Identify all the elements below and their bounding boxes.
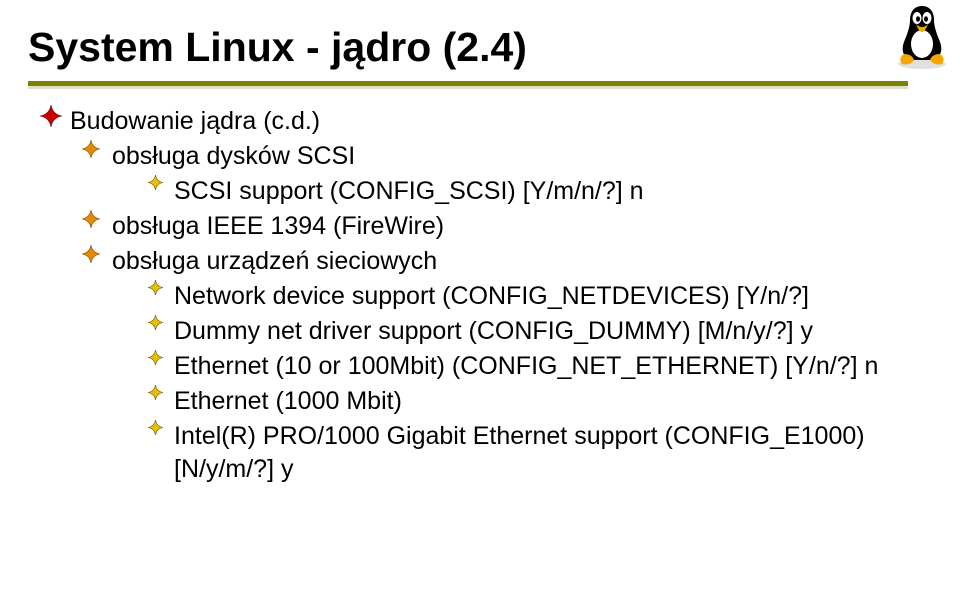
bullet-text: Network device support (CONFIG_NETDEVICE… xyxy=(174,280,960,313)
star-bullet-icon xyxy=(82,245,112,263)
star-bullet-icon xyxy=(82,140,112,158)
bullet-text: Budowanie jądra (c.d.) xyxy=(70,105,960,138)
star-bullet-icon xyxy=(82,210,112,228)
bullet-text: Intel(R) PRO/1000 Gigabit Ethernet suppo… xyxy=(174,420,960,486)
bullet-row: obsługa IEEE 1394 (FireWire) xyxy=(28,210,960,243)
bullet-row: Budowanie jądra (c.d.) xyxy=(28,105,960,138)
star-bullet-icon xyxy=(148,280,174,295)
bullet-text: obsługa IEEE 1394 (FireWire) xyxy=(112,210,960,243)
bullet-text: Ethernet (1000 Mbit) xyxy=(174,385,960,418)
bullet-row: SCSI support (CONFIG_SCSI) [Y/m/n/?] n xyxy=(28,175,960,208)
bullet-text: obsługa urządzeń sieciowych xyxy=(112,245,960,278)
bullet-text: Ethernet (10 or 100Mbit) (CONFIG_NET_ETH… xyxy=(174,350,960,383)
star-bullet-icon xyxy=(40,105,70,127)
bullet-text: SCSI support (CONFIG_SCSI) [Y/m/n/?] n xyxy=(174,175,960,208)
star-bullet-icon xyxy=(148,175,174,190)
star-bullet-icon xyxy=(148,420,174,435)
bullet-row: obsługa urządzeń sieciowych xyxy=(28,245,960,278)
bullet-row: Dummy net driver support (CONFIG_DUMMY) … xyxy=(28,315,960,348)
bullet-text: obsługa dysków SCSI xyxy=(112,140,960,173)
page-title: System Linux - jądro (2.4) xyxy=(0,0,960,71)
title-rule xyxy=(0,71,960,89)
star-bullet-icon xyxy=(148,315,174,330)
bullet-row: Ethernet (1000 Mbit) xyxy=(28,385,960,418)
bullet-row: Intel(R) PRO/1000 Gigabit Ethernet suppo… xyxy=(28,420,960,486)
tux-logo xyxy=(892,0,952,70)
star-bullet-icon xyxy=(148,385,174,400)
bullet-text: Dummy net driver support (CONFIG_DUMMY) … xyxy=(174,315,960,348)
star-bullet-icon xyxy=(148,350,174,365)
slide-content: Budowanie jądra (c.d.) obsługa dysków SC… xyxy=(0,89,960,486)
bullet-row: obsługa dysków SCSI xyxy=(28,140,960,173)
bullet-row: Network device support (CONFIG_NETDEVICE… xyxy=(28,280,960,313)
bullet-row: Ethernet (10 or 100Mbit) (CONFIG_NET_ETH… xyxy=(28,350,960,383)
